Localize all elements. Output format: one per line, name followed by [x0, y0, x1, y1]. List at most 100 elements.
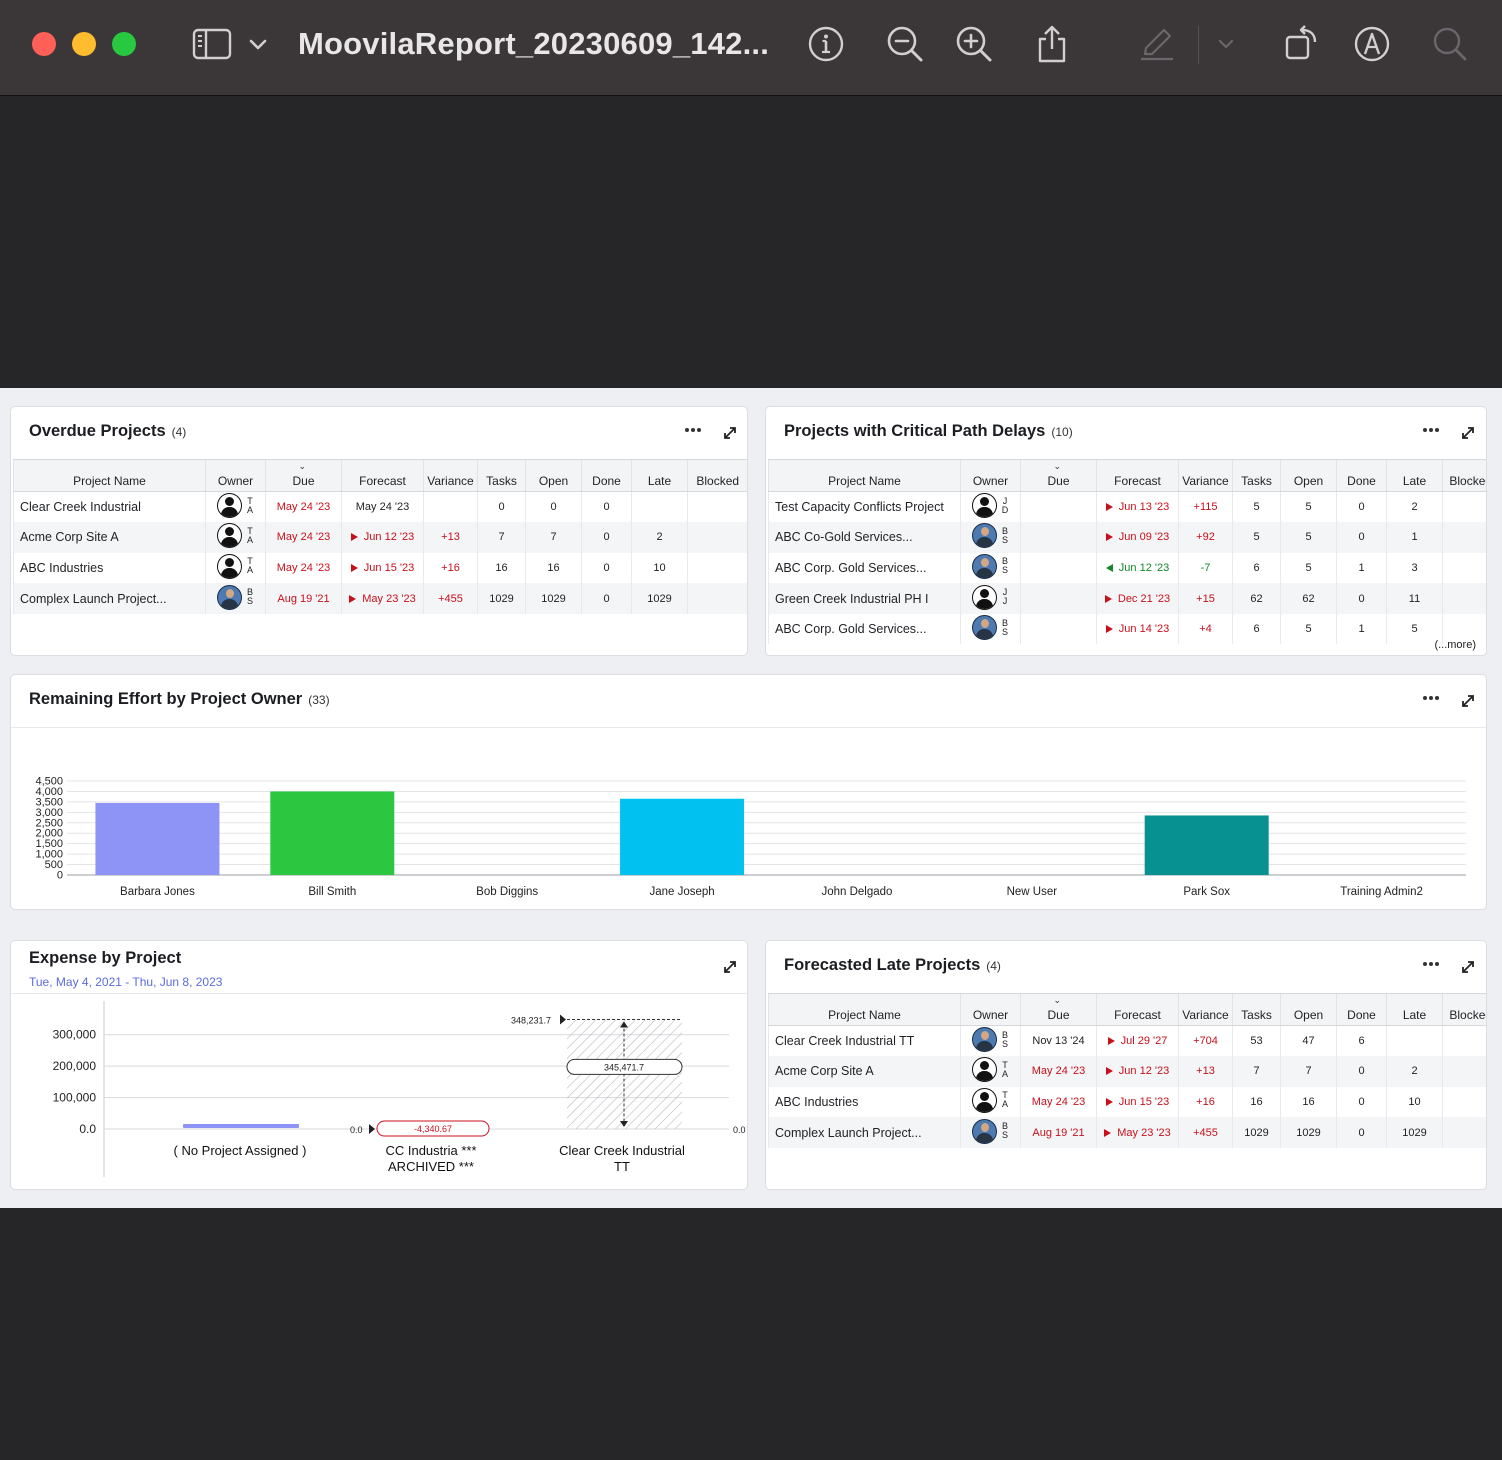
owner-cell[interactable]: BS — [960, 552, 1021, 584]
owner-initials: BS — [1001, 526, 1009, 545]
column-header[interactable]: Project Name — [768, 993, 961, 1026]
due-cell: Aug 19 '21 — [265, 583, 342, 614]
owner-cell[interactable]: JJ — [960, 583, 1021, 614]
zoom-in-icon[interactable] — [954, 24, 994, 64]
owner-cell[interactable]: BS — [205, 583, 266, 614]
column-header[interactable]: Variance — [423, 459, 478, 492]
table-row[interactable]: Acme Corp Site A T A May 24 '23 Jun 12 '23 +1… — [768, 1056, 1486, 1087]
table-row[interactable]: Acme Corp Site A T A May 24 '23 Jun 12 '23 +1… — [13, 522, 747, 553]
sidebar-toggle-icon[interactable] — [192, 24, 232, 64]
column-header[interactable]: Blocked — [1442, 459, 1486, 492]
search-icon[interactable] — [1430, 24, 1470, 64]
markup-circle-icon[interactable] — [1352, 24, 1392, 64]
waterfall-bar[interactable] — [183, 1124, 299, 1128]
project-name-cell[interactable]: Green Creek Industrial PH I — [768, 583, 961, 614]
zoom-window-button[interactable] — [112, 32, 136, 56]
table-row[interactable]: Clear Creek Industrial TT B S Nov 13 '24 Jul… — [768, 1025, 1486, 1057]
more-link[interactable]: (...more) — [1434, 639, 1476, 651]
table-row[interactable]: ABC Industries T A May 24 '23 Jun 15 '23 +16 1… — [768, 1086, 1486, 1118]
column-header[interactable]: Owner — [960, 993, 1021, 1026]
project-name-cell[interactable]: ABC Industries — [13, 552, 206, 584]
more-options-icon[interactable] — [1421, 425, 1441, 435]
column-header[interactable]: Due ⌄ — [1020, 459, 1097, 492]
column-header[interactable]: Open — [525, 459, 582, 492]
column-header[interactable]: Done — [581, 459, 632, 492]
table-row[interactable]: ABC Corp. Gold Services... B S Jun 12 '23 -7… — [768, 552, 1486, 584]
column-header[interactable]: Tasks — [477, 459, 526, 492]
project-name-cell[interactable]: ABC Corp. Gold Services... — [768, 613, 961, 645]
column-header[interactable]: Late — [631, 459, 688, 492]
bar[interactable] — [95, 802, 220, 875]
project-name-cell[interactable]: ABC Industries — [768, 1086, 961, 1118]
owner-cell[interactable]: BS — [960, 1025, 1021, 1057]
bar[interactable] — [1144, 815, 1269, 875]
column-header[interactable]: Open — [1280, 993, 1337, 1026]
expand-icon[interactable] — [1460, 425, 1476, 441]
expand-icon[interactable] — [1460, 959, 1476, 975]
zoom-out-icon[interactable] — [885, 24, 925, 64]
project-name-cell[interactable]: Acme Corp Site A — [13, 522, 206, 553]
forecast-cell: Jul 29 '27 — [1096, 1025, 1179, 1057]
column-header[interactable]: Late — [1386, 993, 1443, 1026]
project-name-cell[interactable]: Complex Launch Project... — [13, 583, 206, 614]
rotate-icon[interactable] — [1280, 24, 1320, 64]
project-name-cell[interactable]: ABC Co-Gold Services... — [768, 522, 961, 553]
column-header[interactable]: Forecast — [1096, 993, 1179, 1026]
owner-cell[interactable]: TA — [205, 552, 266, 584]
project-name-cell[interactable]: ABC Corp. Gold Services... — [768, 552, 961, 584]
share-icon[interactable] — [1032, 24, 1072, 64]
table-row[interactable]: Complex Launch Project... B S Aug 19 '21 May… — [13, 583, 747, 614]
expand-icon[interactable] — [722, 425, 738, 441]
project-name-cell[interactable]: Clear Creek Industrial TT — [768, 1025, 961, 1057]
table-row[interactable]: ABC Co-Gold Services... B S Jun 09 '23 +92 5 5… — [768, 522, 1486, 553]
project-name-cell[interactable]: Test Capacity Conflicts Project — [768, 491, 961, 523]
column-header[interactable]: Owner — [205, 459, 266, 492]
column-header[interactable]: Due ⌄ — [1020, 993, 1097, 1026]
bar[interactable] — [620, 798, 745, 875]
table-row[interactable]: ABC Industries T A May 24 '23 Jun 15 '23 +16 1… — [13, 552, 747, 584]
owner-cell[interactable]: JD — [960, 491, 1021, 523]
column-header[interactable]: Owner — [960, 459, 1021, 492]
bar[interactable] — [270, 791, 395, 875]
column-header[interactable]: Late — [1386, 459, 1443, 492]
column-header[interactable]: Tasks — [1232, 459, 1281, 492]
late-cell — [631, 491, 688, 523]
owner-cell[interactable]: TA — [205, 522, 266, 553]
owner-cell[interactable]: TA — [205, 491, 266, 523]
table-row[interactable]: Test Capacity Conflicts Project J D Jun 13 … — [768, 491, 1486, 523]
table-row[interactable]: Complex Launch Project... B S Aug 19 '21 May… — [768, 1117, 1486, 1148]
chevron-down-icon[interactable] — [246, 24, 270, 64]
column-header[interactable]: Tasks — [1232, 993, 1281, 1026]
column-header[interactable]: Due ⌄ — [265, 459, 342, 492]
column-header[interactable]: Open — [1280, 459, 1337, 492]
markup-chevron-down-icon[interactable] — [1214, 24, 1238, 64]
table-row[interactable]: Green Creek Industrial PH I J J Dec 21 '23 +… — [768, 583, 1486, 614]
table-row[interactable]: Clear Creek Industrial T A May 24 '23 May 24… — [13, 491, 747, 523]
column-header[interactable]: Forecast — [1096, 459, 1179, 492]
more-options-icon[interactable] — [1421, 959, 1441, 969]
column-header[interactable]: Variance — [1178, 993, 1233, 1026]
minimize-window-button[interactable] — [72, 32, 96, 56]
column-header[interactable]: Forecast — [341, 459, 424, 492]
owner-cell[interactable]: TA — [960, 1086, 1021, 1118]
owner-cell[interactable]: BS — [960, 522, 1021, 553]
project-name-cell[interactable]: Acme Corp Site A — [768, 1056, 961, 1087]
column-header[interactable]: Done — [1336, 993, 1387, 1026]
close-window-button[interactable] — [32, 32, 56, 56]
owner-cell[interactable]: TA — [960, 1056, 1021, 1087]
table-row[interactable]: ABC Corp. Gold Services... B S Jun 14 '23 +4… — [768, 613, 1486, 645]
column-header[interactable]: Blocked — [1442, 993, 1486, 1026]
more-options-icon[interactable] — [683, 425, 703, 435]
owner-cell[interactable]: BS — [960, 1117, 1021, 1148]
project-name-cell[interactable]: Clear Creek Industrial — [13, 491, 206, 523]
info-icon[interactable] — [806, 24, 846, 64]
column-header-label: Open — [538, 474, 569, 488]
markup-pen-icon[interactable] — [1137, 24, 1177, 64]
owner-cell[interactable]: BS — [960, 613, 1021, 645]
column-header[interactable]: Variance — [1178, 459, 1233, 492]
project-name-cell[interactable]: Complex Launch Project... — [768, 1117, 961, 1148]
column-header[interactable]: Project Name — [768, 459, 961, 492]
column-header[interactable]: Done — [1336, 459, 1387, 492]
column-header[interactable]: Project Name — [13, 459, 206, 492]
column-header[interactable]: Blocked — [687, 459, 747, 492]
